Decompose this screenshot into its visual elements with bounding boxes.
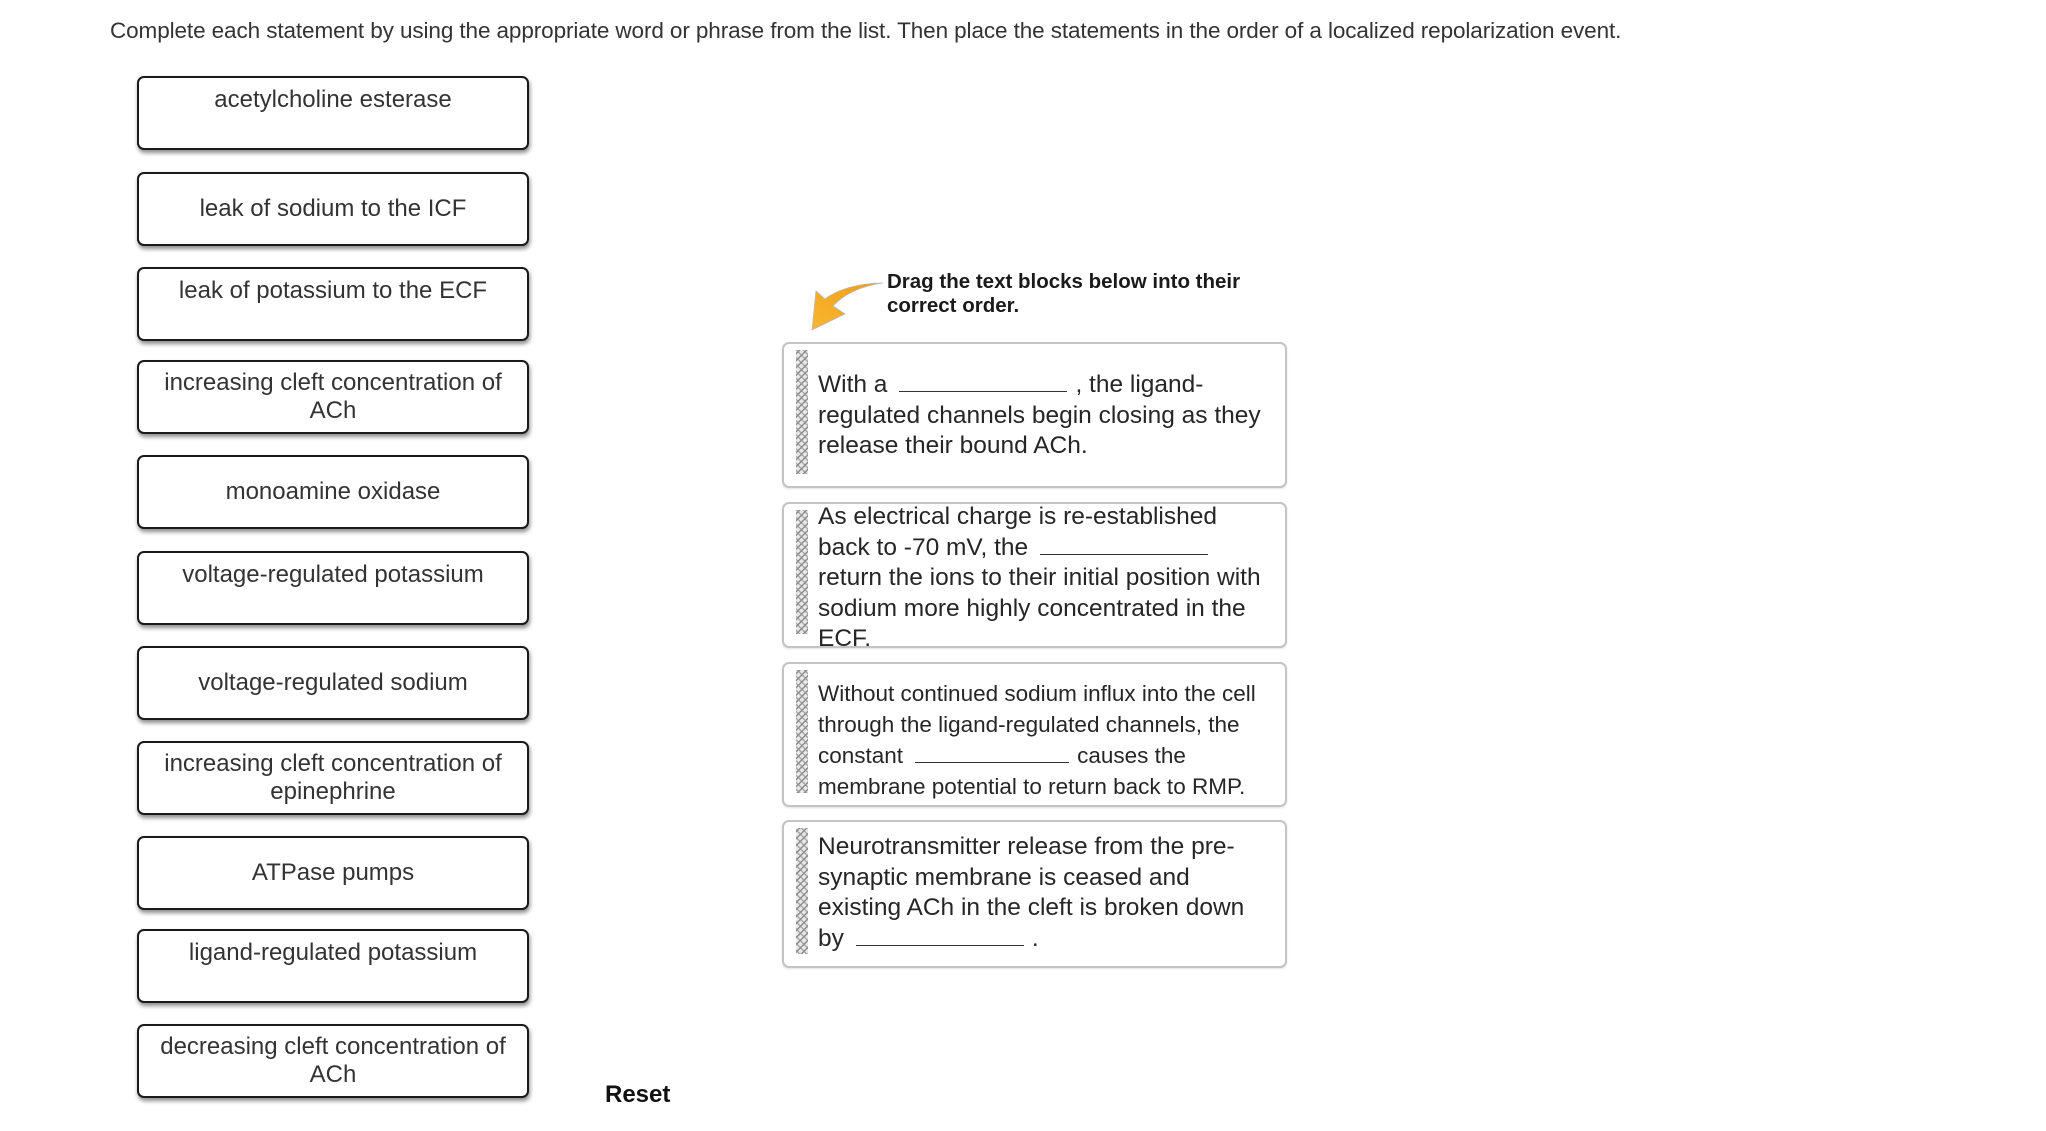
statement-text-before: With a [818, 371, 888, 398]
label-text: voltage-regulated potassium [182, 561, 484, 588]
label-text: leak of potassium to the ECF [178, 277, 488, 304]
blank-drop-zone[interactable] [915, 744, 1070, 763]
label-chip[interactable]: ATPase pumps [137, 836, 529, 910]
label-text: monoamine oxidase [225, 478, 441, 505]
label-chip[interactable]: leak of potassium to the ECF [137, 267, 529, 341]
label-chip[interactable]: voltage-regulated sodium [137, 646, 529, 720]
instructions: Complete each statement by using the app… [110, 18, 1622, 43]
reset-button[interactable]: Reset [605, 1081, 670, 1109]
statement-block[interactable]: Neurotransmitter release from the pre-sy… [782, 820, 1287, 968]
drag-handle-icon[interactable] [796, 350, 808, 474]
statement-text: With a, the ligand-regulated channels be… [818, 370, 1275, 462]
hint-line: correct order. [887, 294, 1020, 317]
label-text: increasing cleft concentration of [164, 369, 502, 396]
blank-drop-zone[interactable] [899, 373, 1068, 392]
drag-handle-icon[interactable] [796, 828, 808, 954]
drag-hint: Drag the text blocks below into their co… [887, 270, 1287, 318]
label-text: epinephrine [270, 778, 396, 805]
label-chip[interactable]: leak of sodium to the ICF [137, 172, 529, 246]
statement-text: As electrical charge is re-established b… [818, 502, 1275, 655]
statement-block[interactable]: Without continued sodium influx into the… [782, 662, 1287, 807]
label-text: decreasing cleft concentration of [160, 1033, 506, 1060]
label-chip[interactable]: ligand-regulated potassium [137, 929, 529, 1003]
hint-line: Drag the text blocks below into their [887, 270, 1241, 293]
label-text: ACh [309, 397, 357, 424]
label-text: acetylcholine esterase [214, 86, 452, 113]
label-chip[interactable]: voltage-regulated potassium [137, 551, 529, 625]
blank-drop-zone[interactable] [855, 927, 1024, 946]
drag-handle-icon[interactable] [796, 510, 808, 634]
curved-arrow-icon [811, 282, 884, 331]
blank-drop-zone[interactable] [1040, 536, 1209, 555]
label-text: ligand-regulated potassium [188, 939, 478, 966]
label-text: increasing cleft concentration of [164, 750, 502, 777]
label-chip[interactable]: monoamine oxidase [137, 455, 529, 529]
label-chip[interactable]: increasing cleft concentration of epinep… [137, 741, 529, 815]
label-text: ACh [309, 1061, 357, 1088]
label-text: leak of sodium to the ICF [199, 195, 467, 222]
statement-text-after: return the ions to their initial positio… [818, 564, 1261, 652]
statement-text: Without continued sodium influx into the… [818, 678, 1275, 802]
statement-block[interactable]: As electrical charge is re-established b… [782, 502, 1287, 652]
label-chip[interactable]: decreasing cleft concentration of ACh [137, 1024, 529, 1098]
statement-block[interactable]: With a, the ligand-regulated channels be… [782, 342, 1287, 488]
statement-text-after: . [1031, 924, 1039, 952]
label-chip[interactable]: increasing cleft concentration of ACh [137, 360, 529, 434]
label-chip[interactable]: acetylcholine esterase [137, 76, 529, 150]
drag-handle-icon[interactable] [796, 670, 808, 793]
statement-text: Neurotransmitter release from the pre-sy… [818, 832, 1275, 954]
label-text: voltage-regulated sodium [198, 669, 468, 696]
label-text: ATPase pumps [251, 859, 415, 886]
